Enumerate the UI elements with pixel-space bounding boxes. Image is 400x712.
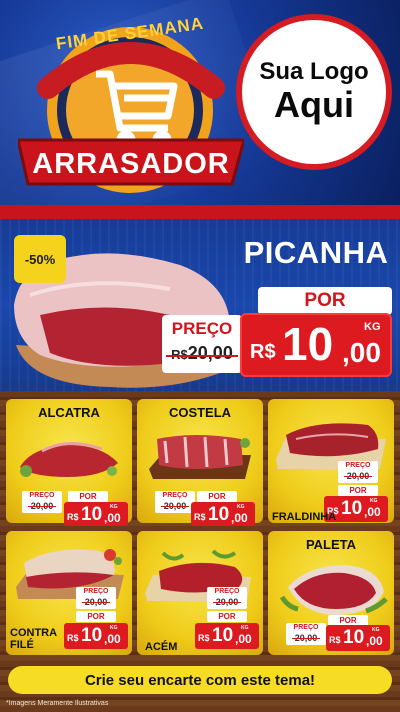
product-name: ACÉM [145,641,178,653]
disclaimer-note: *Imagens Meramente Ilustrativas [6,700,109,707]
price-tag: R$ 10 ,00 KG [64,623,128,649]
hero-price-decimal: ,00 [342,337,381,368]
hero-preco-label: PREÇO [171,319,233,338]
costela-image [149,435,251,479]
hero-section: -50% PICANHA POR PREÇO R$20,00 R$ 10 ,00… [0,219,400,391]
hero-price-unit: KG [364,321,381,333]
logo-text-line1: Sua Logo [259,58,369,85]
emblem-bottom-text: ARRASADOR [32,148,230,180]
product-name: COSTELA [168,405,232,420]
logo-text-line2: Aqui [274,84,354,126]
header-divider [0,205,400,219]
product-card-acem[interactable]: PREÇO 20,00 POR R$ 10 ,00 KG ACÉM [137,531,263,655]
discount-badge: -50% [14,235,66,283]
header-banner: FIM DE SEMANA ARRASADOR Sua Logo Aqui [0,0,400,215]
hero-price-currency: R$ [250,341,276,363]
product-name: FRALDINHA [272,511,337,523]
price-tag: R$ 10 ,00 KG [326,625,390,651]
product-card-costela[interactable]: COSTELA PREÇO 20,00 POR R$ 10 ,00 KG [137,399,263,526]
product-card-fraldinha[interactable]: PREÇO 20,00 POR R$ 10 ,00 KG FRALDINHA [268,399,394,523]
product-name: ALCATRA [38,405,100,420]
product-name: CONTRA FILÉ [10,627,58,652]
create-flyer-button[interactable]: Crie seu encarte com este tema! [8,666,392,694]
price-tag: R$ 10 ,00 KG [195,623,259,649]
hero-old-price: R$20,00 [171,343,233,363]
alcatra-image [20,442,118,477]
products-grid: ALCATRA PREÇO 20,00 POR R$ 10 ,00 KG COS… [0,391,400,712]
price-tag: R$ 10 ,00 KG [191,502,255,526]
product-card-paleta[interactable]: PALETA PREÇO 20,00 POR R$ 10 ,00 KG [268,531,394,655]
product-name: PALETA [305,537,357,552]
product-card-alcatra[interactable]: ALCATRA PREÇO 20,00 POR R$ 10 ,00 KG [6,399,132,526]
paleta-image [279,565,388,615]
hero-product-name: PICANHA [243,235,389,270]
hero-price-box: R$ 10 ,00 KG [240,313,392,377]
price-tag: R$ 10 ,00 KG [64,502,128,526]
hero-price-integer: 10 [282,318,334,370]
hero-por-label: POR [258,287,392,315]
product-card-contra-file[interactable]: PREÇO 20,00 POR R$ 10 ,00 KG CONTRA FILÉ [6,531,132,655]
hero-old-price-box: PREÇO R$20,00 [162,315,242,373]
logo-placeholder[interactable]: Sua Logo Aqui [236,14,392,170]
